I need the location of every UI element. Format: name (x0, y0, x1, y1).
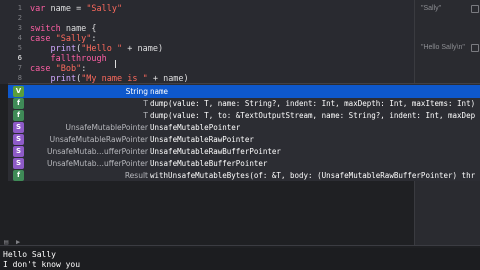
struct-badge-icon: S (13, 146, 24, 157)
code-token: + name) (122, 44, 164, 54)
code-token: var (30, 4, 51, 14)
code-token: name = (50, 4, 87, 14)
code-token: "Sally" (55, 34, 92, 44)
completion-return-type: Result (124, 171, 148, 180)
code-line[interactable]: case "Bob": (30, 64, 86, 74)
code-token: case (30, 64, 56, 74)
line-number: 4 (17, 34, 22, 42)
code-token: : (91, 34, 97, 44)
line-number: 5 (17, 44, 22, 52)
function-badge-icon: f (13, 170, 24, 181)
variable-badge-icon: V (13, 86, 24, 97)
text-cursor (115, 60, 116, 68)
code-token: "Sally" (86, 4, 123, 14)
console-toggle-icon[interactable]: ▤ (4, 238, 8, 246)
function-badge-icon: f (13, 98, 24, 109)
code-token: print (30, 44, 77, 54)
line-number: 2 (17, 14, 22, 22)
debug-console[interactable]: Hello Sally I don't know you (0, 248, 480, 270)
code-line[interactable]: var name = "Sally" (30, 4, 122, 14)
code-token: "Bob" (55, 64, 82, 74)
code-line[interactable]: fallthrough (30, 54, 107, 64)
code-line[interactable]: print("Hello " + name) (30, 44, 163, 54)
line-number: 3 (17, 24, 22, 32)
struct-badge-icon: S (13, 122, 24, 133)
code-token: : (81, 64, 87, 74)
line-number: 6 (17, 54, 22, 62)
code-token: name { (65, 24, 97, 34)
result-value: "Hello Sally\n" (421, 44, 465, 51)
code-token: "Hello " (81, 44, 123, 54)
completion-text: withUnsafeMutableBytes(of: &T, body: (Un… (150, 171, 476, 180)
struct-badge-icon: S (13, 158, 24, 169)
play-icon[interactable]: ▶ (16, 238, 20, 246)
result-value: "Sally" (421, 5, 442, 12)
console-output-line: I don't know you (3, 260, 81, 269)
code-token: switch (30, 24, 66, 34)
console-output-line: Hello Sally (3, 250, 56, 259)
struct-badge-icon: S (13, 134, 24, 145)
autocomplete-popup: V String name f Tdump(value: T, name: String… (8, 83, 480, 181)
function-badge-icon: f (13, 110, 24, 121)
line-number: 8 (17, 74, 22, 82)
line-number-gutter: 1 2 3 4 5 6 7 8 (0, 0, 22, 84)
quick-look-icon[interactable] (471, 44, 479, 52)
line-number: 7 (17, 64, 22, 72)
quick-look-icon[interactable] (471, 5, 479, 13)
code-line[interactable]: switch name { (30, 24, 97, 34)
code-line[interactable]: case "Sally": (30, 34, 97, 44)
code-token: case (30, 34, 56, 44)
console-divider[interactable] (0, 245, 480, 246)
completion-item[interactable]: f Result withUnsafeMutableBytes(of: &T, bo… (8, 169, 480, 182)
code-token: fallthrough (30, 54, 107, 64)
line-number: 1 (17, 4, 22, 12)
code-editor[interactable]: 12345678 var name = "Sally" switch name {… (0, 0, 414, 84)
